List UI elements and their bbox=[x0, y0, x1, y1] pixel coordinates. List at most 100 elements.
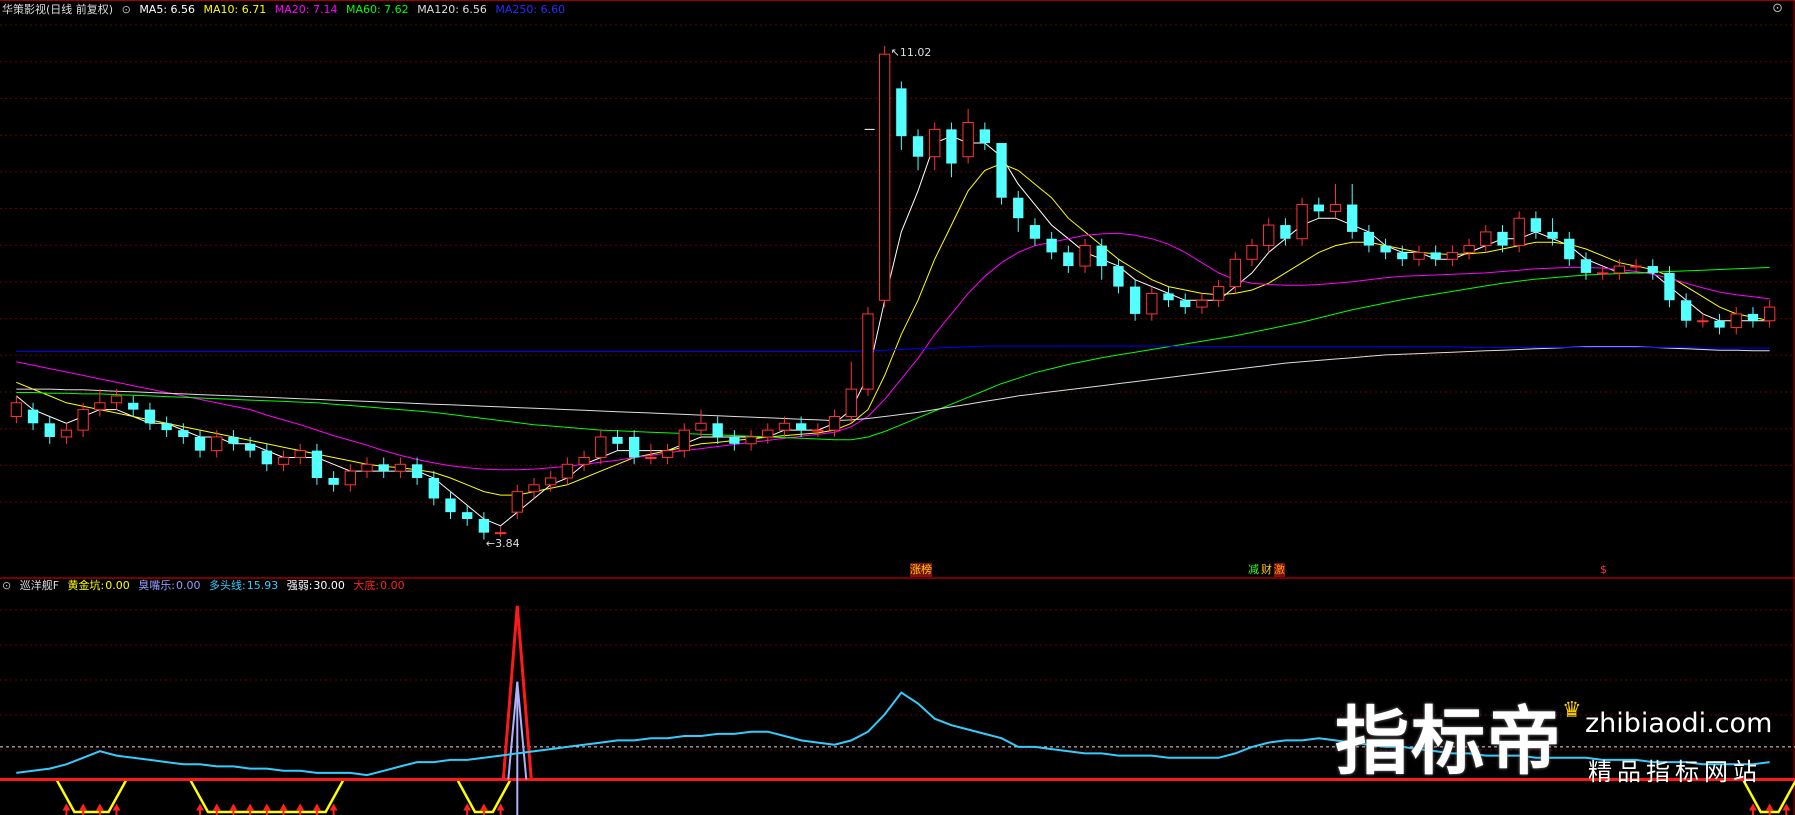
candle-body-down bbox=[729, 436, 740, 444]
ma-line-ma60 bbox=[16, 266, 1770, 441]
candle-body-up bbox=[1446, 251, 1459, 260]
candle-body-down bbox=[1647, 266, 1658, 273]
golden-pit-label: 黄金坑: bbox=[67, 579, 105, 592]
candle-body-down bbox=[328, 477, 339, 485]
candle-body-up bbox=[929, 128, 941, 158]
event-tag-reduce[interactable]: 减 bbox=[1248, 563, 1259, 577]
candle-body-down bbox=[178, 430, 189, 437]
candle-body-down bbox=[378, 464, 389, 472]
candle-body-up bbox=[344, 470, 356, 486]
candle-body-down bbox=[1363, 231, 1375, 246]
event-tag-limit-up[interactable]: 涨榜 bbox=[910, 563, 932, 577]
main-chart-legend: 华策影视(日线 前复权) ⊙ MA5: 6.56 MA10: 6.71 MA20… bbox=[2, 2, 570, 18]
ma10-legend: MA10: 6.71 bbox=[203, 3, 267, 16]
buy-arrow-icon bbox=[279, 803, 288, 815]
candle-body-down bbox=[1113, 266, 1124, 287]
big-bottom-value: 0.00 bbox=[380, 579, 405, 592]
candle-body-up bbox=[762, 429, 774, 438]
candle-body-down bbox=[896, 88, 907, 137]
candle-body-down bbox=[1397, 252, 1408, 260]
candle-body-up bbox=[1630, 265, 1642, 268]
indicator-title[interactable]: 巡洋舰F bbox=[20, 579, 59, 592]
legend-toggle-icon[interactable]: ⊙ bbox=[122, 3, 131, 16]
strength-value: 30.00 bbox=[313, 579, 345, 592]
candle-body-down bbox=[1180, 300, 1191, 308]
buy-arrow-icon bbox=[79, 803, 88, 815]
candle-body-down bbox=[1046, 238, 1057, 253]
golden-pit-value: 0.00 bbox=[105, 579, 130, 592]
candle-body-down bbox=[445, 498, 456, 513]
candle-body-up bbox=[10, 402, 23, 417]
high-price-label: ↖11.02 bbox=[891, 46, 932, 59]
candle-body-down bbox=[144, 409, 156, 424]
candle-body-down bbox=[462, 512, 473, 519]
indicator-settings-icon[interactable]: ⊙ bbox=[2, 579, 11, 592]
candle-body-up bbox=[678, 429, 690, 452]
candle-body-down bbox=[1313, 204, 1324, 212]
chart-canvas[interactable]: ↖11.02 ←3.84 bbox=[0, 0, 1795, 815]
candle-body-up bbox=[661, 450, 674, 458]
low-price-label: ←3.84 bbox=[486, 537, 520, 550]
candle-body-up bbox=[1296, 204, 1308, 240]
candle-body-down bbox=[712, 423, 723, 437]
event-tag-finance[interactable]: 财 bbox=[1261, 563, 1272, 577]
candle-body-down bbox=[1747, 313, 1759, 321]
candle-body-up bbox=[394, 463, 407, 472]
ma-line-ma10 bbox=[16, 162, 1770, 496]
candle-body-up bbox=[528, 484, 540, 493]
candle-body-down bbox=[629, 436, 640, 458]
candle-body-up bbox=[1763, 306, 1776, 322]
candle-body-up bbox=[845, 388, 857, 417]
candle-body-up bbox=[1329, 204, 1342, 212]
candle-body-down bbox=[1430, 252, 1441, 260]
candle-body-up bbox=[645, 456, 657, 459]
event-tag-dollar[interactable]: $ bbox=[1600, 563, 1607, 577]
candle-body-down bbox=[27, 409, 39, 424]
candle-body-up bbox=[578, 456, 590, 465]
candle-body-up bbox=[1480, 231, 1492, 247]
candle-body-down bbox=[795, 423, 807, 431]
candle-body-down bbox=[912, 136, 924, 157]
candle-body-down bbox=[44, 423, 55, 437]
candle-body-down bbox=[1547, 231, 1558, 239]
candle-body-up bbox=[277, 456, 290, 465]
candle-body-up bbox=[595, 436, 607, 458]
candle-body-down bbox=[244, 443, 256, 451]
candle-body-up bbox=[828, 415, 841, 431]
candle-body-down bbox=[1063, 252, 1074, 267]
smelly-mouth-label: 臭嘴乐: bbox=[138, 579, 175, 592]
big-bottom-label: 大底: bbox=[353, 579, 380, 592]
stock-title[interactable]: 华策影视(日线 前复权) bbox=[2, 3, 113, 16]
candle-body-up bbox=[60, 429, 73, 438]
candle-body-up bbox=[545, 477, 557, 486]
candle-body-up bbox=[1146, 292, 1158, 315]
event-tag-incentive[interactable]: 激 bbox=[1274, 563, 1285, 577]
strength-label: 强弱: bbox=[286, 579, 313, 592]
buy-arrow-icon bbox=[212, 803, 221, 815]
buy-arrow-icon bbox=[296, 803, 305, 815]
candle-body-down bbox=[612, 436, 623, 444]
candle-body-up bbox=[878, 53, 891, 301]
candle-body-up bbox=[94, 402, 106, 411]
candle-body-down bbox=[228, 436, 239, 444]
candle-body-up bbox=[1463, 245, 1475, 253]
buy-arrow-icon bbox=[1765, 803, 1774, 815]
collapse-icon[interactable]: ⊙ bbox=[1772, 1, 1783, 16]
candle-body-down bbox=[261, 450, 272, 465]
candle-body-up bbox=[745, 436, 757, 445]
candle-body-down bbox=[979, 129, 991, 144]
candle-body-down bbox=[1380, 245, 1391, 253]
candle-body-up bbox=[1413, 251, 1425, 260]
candle-body-up bbox=[511, 491, 523, 513]
candle-body-down bbox=[411, 464, 423, 478]
candle-body-up bbox=[812, 429, 824, 432]
bull-line-value: 15.93 bbox=[246, 579, 279, 592]
candle-body-up bbox=[1246, 245, 1258, 260]
candle-body-up bbox=[294, 450, 306, 458]
candle-body-down bbox=[1280, 225, 1291, 239]
ma-line-ma120 bbox=[16, 346, 1770, 422]
indicator-legend: ⊙ 巡洋舰F 黄金坑:0.00 臭嘴乐:0.00 多头线:15.93 强弱:30… bbox=[2, 578, 410, 594]
candle-body-up bbox=[1229, 258, 1241, 288]
candle-body-down bbox=[1530, 218, 1542, 232]
candle-body-up bbox=[211, 436, 223, 452]
